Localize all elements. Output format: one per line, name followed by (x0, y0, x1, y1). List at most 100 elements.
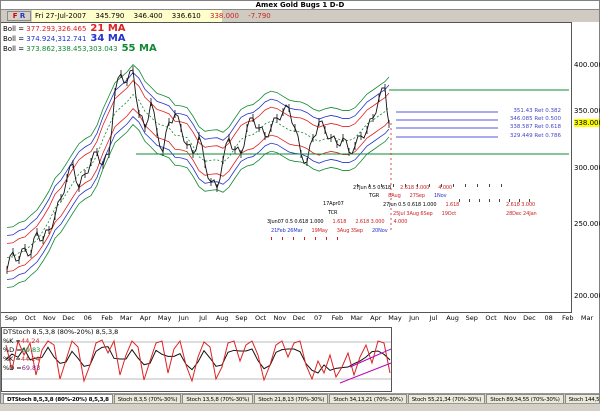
annotation-text: 27Sep (410, 193, 425, 199)
cycle-tick-mark (501, 184, 502, 187)
time-axis-label: Nov (500, 314, 520, 322)
annotation-text: 4.000 (393, 219, 407, 225)
quote-strip: Fri 27-Jul-2007 345.790 346.400 336.610 … (32, 10, 222, 22)
cycle-tick-mark (453, 184, 454, 187)
cycle-tick-mark (337, 237, 338, 240)
boll-values: 374.924,312.741 (26, 35, 86, 43)
time-axis: SepOctNovDec06FebMarAprMayJunJulAugSepOc… (1, 313, 599, 326)
stoch-readout-row: %K =44.24 (3, 355, 118, 364)
cycle-tick-mark (469, 199, 470, 202)
chart-window: Amex Gold Bugs 1 D-D F R Fri 27-Jul-2007… (0, 0, 600, 403)
stoch-readout-row: %D =69.83 (3, 364, 118, 373)
cycle-tick-mark (489, 199, 490, 202)
quote-high: 346.400 (134, 12, 163, 20)
time-axis-label: Jul (193, 314, 213, 322)
annotation-text: 25Jul 3Aug 6Sep (393, 211, 433, 217)
cycle-tick-mark (357, 184, 358, 187)
price-series (7, 70, 389, 270)
cycle-tick-mark (499, 199, 500, 202)
cycle-tick-mark (393, 184, 394, 187)
time-axis-label: 06 (78, 314, 98, 322)
retracement-label: 346.085 Ret 0.500 (499, 116, 561, 122)
ma-period-label: 34 MA (90, 33, 125, 44)
cycle-tick-mark (326, 237, 327, 240)
time-axis-label: Jul (423, 314, 443, 322)
time-axis-label: Oct (481, 314, 501, 322)
boll-label: Boll = (3, 45, 26, 53)
favorites-button[interactable]: F (13, 12, 18, 20)
annotation-text: 8Aug (388, 193, 401, 199)
cycle-tick-mark (282, 237, 283, 240)
boll-values: 373.862,338.453,303.043 (26, 45, 117, 53)
time-axis-label: Mar (577, 314, 597, 322)
time-axis-label: Dec (59, 314, 79, 322)
main-chart-canvas (1, 23, 571, 313)
boll-label: Boll = (3, 35, 26, 43)
window-title: Amex Gold Bugs 1 D-D (1, 1, 599, 10)
cycle-tick-mark (271, 237, 272, 240)
annotation-text: 27Jun 0.5 0.618 (353, 185, 391, 191)
stoch-readout-value: 69.83 (22, 346, 41, 354)
time-axis-label: Aug (212, 314, 232, 322)
time-axis-label: Feb (97, 314, 117, 322)
time-axis-label: Dec (519, 314, 539, 322)
boll-label: Boll = (3, 25, 26, 33)
last-price-axis-label: 338.000 (574, 119, 599, 127)
cycle-tick-mark (489, 184, 490, 187)
quote-date: Fri 27-Jul-2007 (35, 12, 86, 20)
time-axis-label: Nov (270, 314, 290, 322)
cycle-tick-mark (441, 184, 442, 187)
price-bars (7, 66, 389, 274)
main-chart-area[interactable] (1, 22, 572, 313)
annotation-text: 2.618 3.000 (355, 219, 384, 225)
cycle-tick-mark (381, 184, 382, 187)
annotation-row: 21Feb 26Mar19May3Aug 3Sep20Nov (271, 228, 397, 234)
quote-bar: F R Fri 27-Jul-2007 345.790 346.400 336.… (1, 10, 599, 22)
price-axis-label: 250.000 (574, 220, 599, 228)
price-axis-label: 350.000 (574, 107, 599, 115)
annotation-row: 25Jul 3Aug 6Sep19Oct (393, 211, 465, 217)
quote-low: 336.610 (172, 12, 201, 20)
time-axis-label: Feb (327, 314, 347, 322)
time-axis-label: Apr (135, 314, 155, 322)
annotation-text: 3Aug 3Sep (337, 228, 363, 234)
annotation-text: 1Nov (434, 193, 447, 199)
time-axis-label: May (385, 314, 405, 322)
time-axis-label: Sep (462, 314, 482, 322)
time-axis-label: Feb (558, 314, 578, 322)
annotation-row: 17Apr07 (323, 201, 353, 207)
annotation-text: 28Dec 24Jan (506, 211, 537, 217)
annotation-row: TGR 8Aug 27Sep 1Nov (369, 193, 456, 199)
time-axis-label: May (155, 314, 175, 322)
cycle-tick-mark (429, 184, 430, 187)
bottom-strip (0, 403, 600, 411)
ma-period-label: 55 MA (122, 43, 157, 54)
stoch-readout-value: 44.24 (21, 355, 40, 363)
stoch-readout-row: %D =69.83 (3, 346, 118, 355)
cycle-tick-mark (519, 199, 520, 202)
quote-change: -7.790 (248, 12, 271, 20)
cycle-tick-mark (479, 199, 480, 202)
annotation-text: TCR (328, 210, 337, 216)
annotation-text: TGR (369, 193, 379, 199)
time-axis-label: Sep (1, 314, 21, 322)
stochastic-legend-title: DTStoch 8,5,3,8 (80%-20%) 8,5,3,8 (3, 328, 118, 337)
annotation-text: 20Nov (372, 228, 388, 234)
bollinger-legend-row: Boll = 373.862,338.453,303.043 55 MA (3, 44, 157, 54)
annotation-text: 1.618 (333, 219, 347, 225)
stoch-readout-label: %K = (3, 355, 21, 363)
time-axis-label: Mar (347, 314, 367, 322)
time-axis-label: Oct (251, 314, 271, 322)
annotation-text: 19May (312, 228, 328, 234)
cycle-tick-mark (465, 184, 466, 187)
annotation-row: 28Dec 24Jan (506, 211, 546, 217)
refresh-button[interactable]: R (20, 12, 25, 20)
quote-open: 345.790 (95, 12, 124, 20)
annotation-row: 27Jun 0.5 0.618 1.0001.618 (383, 202, 468, 208)
boll-values: 377.293,326.465 (26, 25, 86, 33)
annotation-text: 1.618 (445, 202, 459, 208)
retracement-label: 329.449 Ret 0.786 (499, 133, 561, 139)
annotation-row: TCR (328, 210, 346, 216)
bollinger-legend: Boll = 377.293,326.46521 MABoll = 374.92… (3, 24, 157, 54)
stoch-readout-value: 44.24 (21, 337, 40, 345)
